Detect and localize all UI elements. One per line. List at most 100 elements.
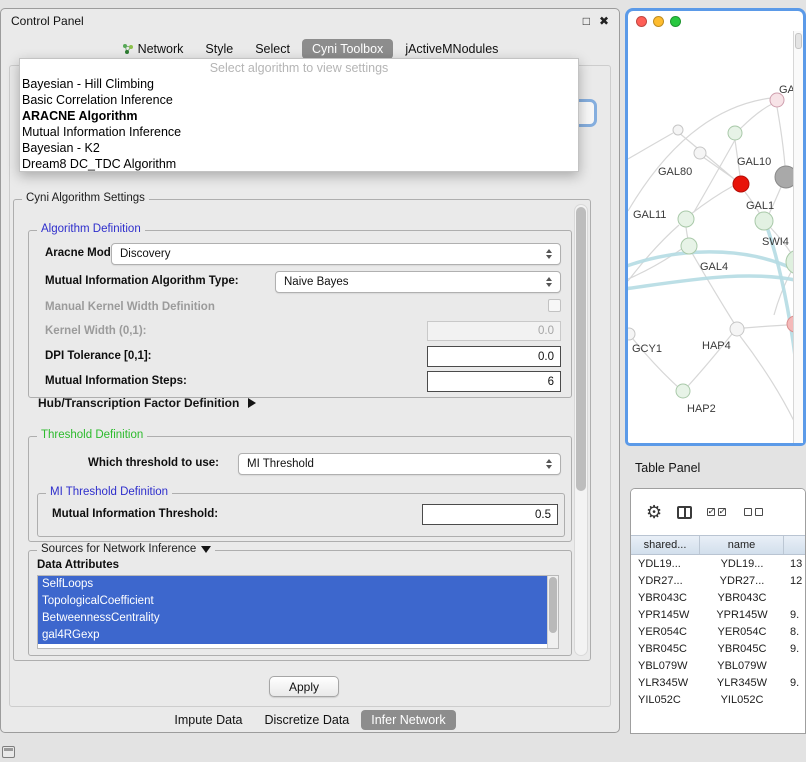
table-row[interactable]: YPR145WYPR145W9.: [631, 606, 805, 623]
minimize-traffic-light[interactable]: [653, 16, 664, 27]
network-node-label: GAL1: [746, 200, 774, 212]
attribute-item-selfloops[interactable]: SelfLoops: [38, 576, 547, 593]
hub-definition-toggle[interactable]: Hub/Transcription Factor Definition: [38, 396, 256, 410]
settings-scrollbar[interactable]: [574, 204, 588, 656]
table-panel-window: ⚙ shared...name YDL19...YDL19...13YDR27.…: [630, 488, 806, 734]
attribute-item-gal4rgexp[interactable]: gal4RGexp: [38, 627, 547, 644]
mi-type-label: Mutual Information Algorithm Type:: [45, 275, 239, 287]
table-row[interactable]: YBR043CYBR043C: [631, 589, 805, 606]
sources-group-title[interactable]: Sources for Network Inference: [37, 543, 215, 555]
tab-label: Impute Data: [174, 713, 242, 727]
table-row[interactable]: YBR045CYBR045C9.: [631, 640, 805, 657]
tab-cyni-toolbox[interactable]: Cyni Toolbox: [302, 39, 393, 59]
mi-type-select[interactable]: Naive Bayes: [275, 271, 561, 293]
network-node[interactable]: [694, 147, 706, 159]
scrollbar-thumb[interactable]: [549, 577, 557, 633]
manual-kernel-label: Manual Kernel Width Definition: [45, 301, 215, 313]
network-edge: [703, 157, 733, 178]
tab-network[interactable]: Network: [112, 39, 194, 59]
table-cell: 8.: [784, 626, 805, 638]
network-node[interactable]: [733, 176, 749, 192]
algorithm-option-bayesian-k2[interactable]: Bayesian - K2: [20, 140, 578, 156]
data-attributes-list[interactable]: SelfLoopsTopologicalCoefficientBetweenne…: [37, 575, 559, 649]
column-header-1[interactable]: shared...: [631, 536, 700, 554]
algorithm-option-basic-correlation-inference[interactable]: Basic Correlation Inference: [20, 92, 578, 108]
mi-threshold-title: MI Threshold Definition: [46, 486, 172, 498]
table-panel-title: Table Panel: [635, 461, 700, 475]
show-columns-icon[interactable]: [677, 506, 692, 519]
mi-threshold-input[interactable]: 0.5: [422, 504, 558, 525]
table-settings-gear-icon[interactable]: ⚙: [646, 503, 662, 521]
tab-select[interactable]: Select: [245, 39, 300, 59]
column-header-2[interactable]: name: [700, 536, 784, 554]
network-node-label: GAL10: [737, 156, 771, 168]
deselect-all-columns-icon[interactable]: [744, 508, 766, 516]
dpi-tolerance-input[interactable]: 0.0: [427, 346, 561, 367]
column-header-3[interactable]: [784, 536, 805, 554]
network-node[interactable]: [628, 328, 635, 340]
table-cell: 9.: [784, 643, 805, 655]
tab-style[interactable]: Style: [195, 39, 243, 59]
network-node-label: GAL11: [633, 209, 666, 221]
network-graph[interactable]: GALGAL10GAL80GAL11GAL1SWI4GAL4GCY1HAP4YH…: [628, 29, 797, 446]
network-node[interactable]: [678, 211, 694, 227]
mi-steps-input[interactable]: 6: [427, 371, 561, 392]
network-view-window: GALGAL10GAL80GAL11GAL1SWI4GAL4GCY1HAP4YH…: [625, 8, 806, 446]
zoom-traffic-light[interactable]: [670, 16, 681, 27]
table-row[interactable]: YLR345WYLR345W9.: [631, 674, 805, 691]
algorithm-option-mutual-information-inference[interactable]: Mutual Information Inference: [20, 124, 578, 140]
table-cell: YBR045C: [631, 643, 700, 655]
scrollbar-thumb[interactable]: [576, 207, 586, 491]
tab-label: Select: [255, 42, 290, 56]
table-cell: YDR27...: [700, 575, 784, 587]
network-scrollbar[interactable]: [793, 31, 803, 443]
network-node[interactable]: [681, 238, 697, 254]
attributes-list-scrollbar[interactable]: [547, 576, 558, 648]
select-all-columns-icon[interactable]: [707, 508, 729, 516]
network-node[interactable]: [673, 125, 683, 135]
table-row[interactable]: YER054CYER054C8.: [631, 623, 805, 640]
algorithm-dropdown-options: Bayesian - Hill ClimbingBasic Correlatio…: [20, 76, 578, 172]
kernel-width-label: Kernel Width (0,1):: [45, 325, 146, 337]
algorithm-option-aracne-algorithm[interactable]: ARACNE Algorithm: [20, 108, 578, 124]
network-node-label: GCY1: [632, 343, 662, 355]
network-scrollbar-thumb[interactable]: [795, 33, 802, 49]
close-traffic-light[interactable]: [636, 16, 647, 27]
threshold-definition-title: Threshold Definition: [37, 429, 147, 441]
expand-right-icon: [248, 398, 256, 408]
panel-dock-icon[interactable]: [2, 746, 15, 758]
table-cell: YBR043C: [631, 592, 700, 604]
algorithm-option-dream8-dc-tdc-algorithm[interactable]: Dream8 DC_TDC Algorithm: [20, 156, 578, 172]
which-threshold-select[interactable]: MI Threshold: [238, 453, 561, 475]
table-row[interactable]: YBL079WYBL079W: [631, 657, 805, 674]
network-node[interactable]: [730, 322, 744, 336]
network-node[interactable]: [728, 126, 742, 140]
aracne-mode-select[interactable]: Discovery: [111, 243, 561, 265]
close-panel-icon[interactable]: ✖: [599, 15, 609, 27]
control-panel-titlebar[interactable]: Control Panel □ ✖: [1, 9, 619, 33]
network-node-label: HAP4: [702, 340, 731, 352]
kernel-width-input: 0.0: [427, 321, 561, 341]
table-row[interactable]: YIL052CYIL052C: [631, 691, 805, 708]
tab-impute-data[interactable]: Impute Data: [164, 710, 252, 730]
table-cell: YPR145W: [700, 609, 784, 621]
attribute-item-betweennesscentrality[interactable]: BetweennessCentrality: [38, 610, 547, 627]
tab-label: jActiveMNodules: [405, 42, 498, 56]
apply-button[interactable]: Apply: [269, 676, 339, 697]
network-node[interactable]: [755, 212, 773, 230]
sources-title-text: Sources for Network Inference: [41, 543, 196, 555]
window-controls: [636, 16, 681, 27]
network-node-label: GAL4: [700, 261, 728, 273]
tab-jactivemnodules[interactable]: jActiveMNodules: [395, 39, 508, 59]
tab-infer-network[interactable]: Infer Network: [361, 710, 455, 730]
table-row[interactable]: YDL19...YDL19...13: [631, 555, 805, 572]
algorithm-option-bayesian-hill-climbing[interactable]: Bayesian - Hill Climbing: [20, 76, 578, 92]
table-row[interactable]: YDR27...YDR27...12: [631, 572, 805, 589]
network-tab-icon: [122, 43, 134, 55]
tab-discretize-data[interactable]: Discretize Data: [255, 710, 360, 730]
attribute-item-topologicalcoefficient[interactable]: TopologicalCoefficient: [38, 593, 547, 610]
table-cell: YDR27...: [631, 575, 700, 587]
float-panel-icon[interactable]: □: [583, 15, 590, 27]
network-node[interactable]: [676, 384, 690, 398]
dropdown-arrows-icon: [541, 459, 557, 469]
